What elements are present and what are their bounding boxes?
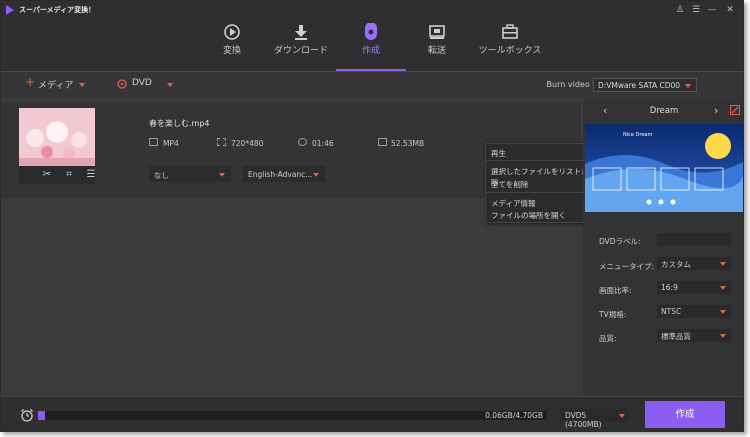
chevron-down-icon: [685, 84, 691, 88]
effects-icon[interactable]: ☰: [85, 169, 97, 181]
burn-disc-icon: [365, 23, 377, 40]
app-logo-icon: [6, 5, 14, 15]
file-duration: 01:46: [312, 139, 334, 148]
dvd-disc-icon: [117, 79, 127, 89]
chevron-down-icon: [219, 173, 225, 177]
subtitle-value: なし: [154, 171, 169, 180]
create-button[interactable]: 作成: [645, 401, 725, 428]
add-icon: +: [25, 75, 36, 89]
chevron-down-icon: [720, 286, 726, 290]
chevron-down-icon: [720, 262, 726, 266]
alarm-clock-icon[interactable]: [20, 408, 34, 422]
quality-label: 品質:: [599, 334, 617, 343]
context-remove-all[interactable]: 全てを削除: [491, 179, 528, 190]
subtitle-select[interactable]: なし: [149, 166, 231, 182]
preview-caption: Nice Dream: [623, 132, 652, 138]
folder-icon: [378, 138, 387, 146]
menu-type-select[interactable]: カスタム: [657, 257, 731, 270]
disc-type-value: DVD5 (4700MB): [565, 411, 602, 429]
dvd-label-input[interactable]: [657, 233, 731, 246]
file-resolution: 720*480: [231, 139, 264, 148]
clock-icon: [298, 138, 307, 146]
aspect-ratio-value: 16:9: [661, 283, 678, 292]
context-media-info[interactable]: メディア情報: [491, 198, 535, 209]
context-open-location[interactable]: ファイルの場所を開く: [491, 210, 566, 221]
menu-icon[interactable]: ☰: [689, 3, 703, 17]
crop-icon[interactable]: ⌗: [63, 169, 75, 181]
dvd-label-label: DVDラベル:: [599, 237, 641, 246]
app-title: スーパーメディア変換！: [19, 6, 96, 14]
chevron-down-icon: [619, 414, 625, 418]
video-thumbnail[interactable]: [19, 108, 95, 166]
file-name: 春を楽しむ.mp4: [149, 119, 210, 128]
context-play[interactable]: 再生: [491, 148, 506, 159]
chevron-down-icon: [720, 310, 726, 314]
tab-transfer[interactable]: 転送: [402, 19, 472, 71]
menu-preview[interactable]: Nice Dream: [585, 124, 743, 212]
disc-capacity-fill: [38, 411, 45, 420]
convert-icon: [224, 24, 240, 40]
quality-select[interactable]: 標準品質: [657, 329, 731, 342]
tab-transfer-label: 転送: [427, 46, 446, 56]
dvd-button[interactable]: DVD: [132, 78, 152, 88]
audio-track-value: English-Advanc...: [248, 170, 313, 179]
audio-track-select[interactable]: English-Advanc...: [243, 166, 325, 182]
aspect-ratio-label: 画面比率:: [599, 286, 632, 295]
tab-download-label: ダウンロード: [273, 46, 328, 56]
app-window: スーパーメディア変換！ ♙ ☰ — ✕ 変換 ダウンロード 作成 転送 ツールボ…: [0, 0, 744, 432]
tab-create[interactable]: 作成: [336, 19, 406, 71]
chevron-down-icon: [720, 334, 726, 338]
main-nav: 変換 ダウンロード 作成 転送 ツールボックス: [1, 19, 743, 71]
tab-create-label: 作成: [361, 46, 380, 56]
minimize-button[interactable]: —: [705, 3, 719, 17]
title-bar: スーパーメディア変換！ ♙ ☰ — ✕: [1, 1, 743, 19]
tab-convert[interactable]: 変換: [197, 19, 267, 71]
toolbox-icon: [502, 24, 518, 39]
tv-standard-label: TV規格:: [599, 310, 627, 319]
dvd-dropdown-icon[interactable]: [167, 83, 173, 87]
tab-toolbox[interactable]: ツールボックス: [475, 19, 545, 71]
disc-capacity-text: 0.06GB/4.70GB: [485, 411, 543, 420]
add-media-button[interactable]: メディア: [38, 78, 73, 91]
dvd-settings-panel: ‹ Dream › Nice Dream DVDラベル: メニュータイプ: カス…: [583, 98, 743, 396]
bottom-bar: 0.06GB/4.70GB DVD5 (4700MB) 作成: [1, 396, 743, 431]
disc-type-select[interactable]: DVD5 (4700MB): [561, 408, 629, 429]
chevron-down-icon: [313, 173, 319, 177]
tab-download[interactable]: ダウンロード: [266, 19, 336, 71]
thumbnail-toolbar: ✂ ⌗ ☰: [19, 166, 95, 184]
tab-convert-label: 変換: [222, 46, 241, 56]
edit-icon[interactable]: [730, 105, 740, 115]
thumbnail-image: [19, 108, 95, 166]
file-size: 52.53MB: [391, 139, 425, 148]
format-icon: [149, 138, 158, 146]
transfer-icon: [429, 25, 445, 39]
toolbar: + メディア DVD Burn video to: D:VMware SATA …: [1, 72, 743, 98]
theme-header: ‹ Dream ›: [583, 98, 743, 122]
menu-type-value: カスタム: [661, 260, 691, 269]
theme-title: Dream: [649, 106, 679, 116]
chevron-right-icon[interactable]: ›: [714, 104, 718, 117]
menu-type-label: メニュータイプ:: [599, 262, 655, 271]
tv-standard-value: NTSC: [661, 307, 682, 316]
add-media-dropdown-icon[interactable]: [79, 83, 85, 87]
close-button[interactable]: ✕: [723, 3, 737, 17]
tab-toolbox-label: ツールボックス: [478, 46, 542, 56]
theme-preview-image: Nice Dream: [585, 124, 743, 212]
resolution-icon: [217, 138, 226, 146]
file-format: MP4: [163, 139, 179, 148]
aspect-ratio-select[interactable]: 16:9: [657, 281, 731, 294]
disc-capacity-bar: 0.06GB/4.70GB: [38, 411, 547, 420]
burn-target-select[interactable]: D:VMware SATA CD00: [593, 78, 697, 92]
trim-icon[interactable]: ✂: [41, 169, 53, 181]
quality-value: 標準品質: [661, 332, 691, 341]
tv-standard-select[interactable]: NTSC: [657, 305, 731, 318]
burn-target-value: D:VMware SATA CD00: [598, 81, 681, 90]
download-icon: [295, 25, 307, 40]
account-icon[interactable]: ♙: [673, 3, 687, 17]
